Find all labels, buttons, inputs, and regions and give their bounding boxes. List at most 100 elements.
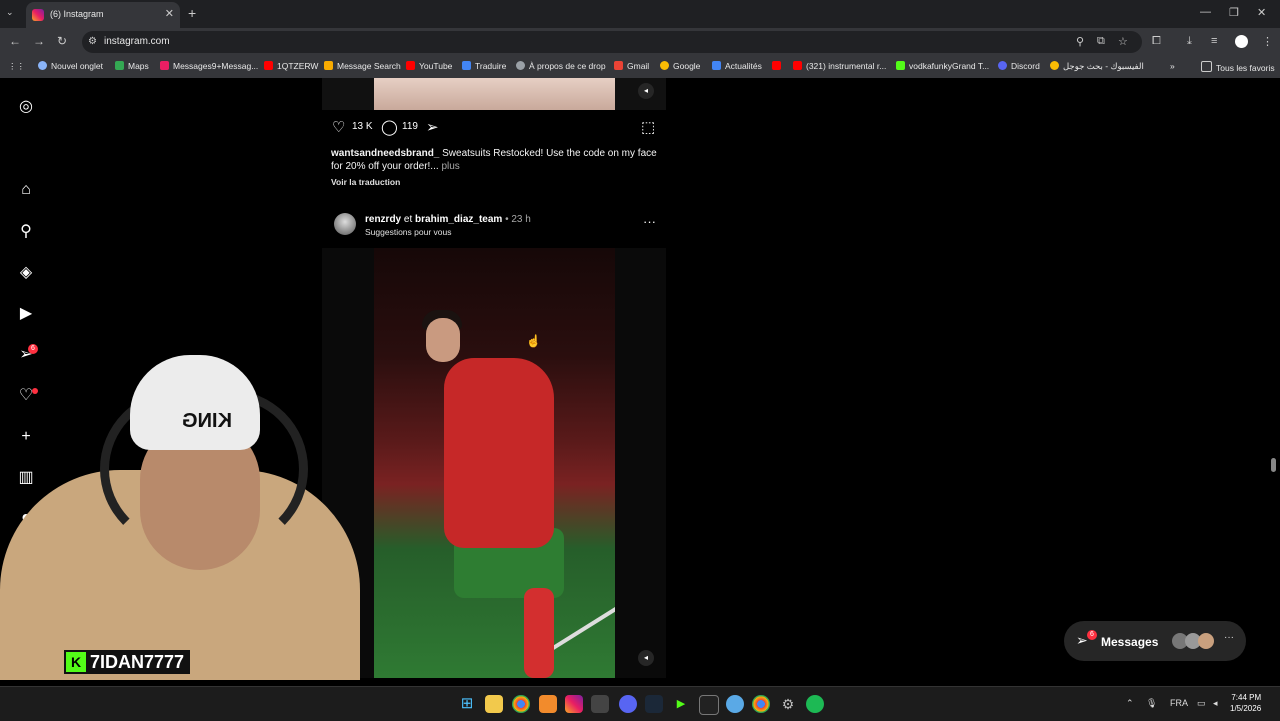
search-icon[interactable]: ⚲: [16, 222, 36, 242]
bookmarks-bar: ⋮⋮ Nouvel onglet Maps Messages9+Messag..…: [0, 56, 1280, 79]
app-icon[interactable]: [591, 695, 609, 713]
streamer-name: 7IDAN7777: [90, 652, 185, 672]
settings-icon[interactable]: ⚙: [779, 695, 797, 713]
close-window-icon[interactable]: ✕: [1257, 6, 1266, 19]
windows-start-icon[interactable]: ⊞: [458, 695, 476, 713]
file-explorer-icon[interactable]: [485, 695, 503, 713]
post-media[interactable]: ◂: [322, 248, 666, 678]
like-icon[interactable]: ♡: [332, 118, 345, 136]
bookmark-item[interactable]: YouTube: [406, 61, 452, 71]
tab-search-icon[interactable]: ⌄: [6, 7, 14, 18]
discord-icon[interactable]: [619, 695, 637, 713]
bookmark-item[interactable]: Discord: [998, 61, 1040, 71]
tab-instagram[interactable]: (6) Instagram ✕: [26, 2, 180, 28]
restore-icon[interactable]: ❐: [1229, 6, 1239, 19]
messages-button[interactable]: ➢ 6 Messages ···: [1064, 621, 1246, 661]
author-renzrdy[interactable]: renzrdy: [365, 214, 401, 225]
app-icon[interactable]: [699, 695, 719, 715]
bookmark-item[interactable]: Traduire: [462, 61, 506, 71]
bookmark-item[interactable]: 1QTZERW: [264, 61, 318, 71]
player-leg: [524, 588, 554, 678]
new-tab-icon[interactable]: +: [188, 5, 196, 21]
bookmark-item[interactable]: Maps: [115, 61, 149, 71]
steam-icon[interactable]: [645, 695, 663, 713]
apps-icon[interactable]: ⋮⋮: [8, 61, 25, 72]
more-bookmarks-icon[interactable]: »: [1170, 61, 1175, 71]
zoom-icon[interactable]: ⚲: [1076, 35, 1084, 48]
caption-more-link[interactable]: plus: [441, 161, 459, 172]
post-time: • 23 h: [505, 214, 531, 225]
minimize-icon[interactable]: —: [1200, 6, 1211, 18]
instagram-icon[interactable]: ◎: [16, 97, 36, 117]
chrome-active-icon[interactable]: [752, 695, 770, 713]
network-icon[interactable]: ▭: [1197, 698, 1206, 709]
bookmark-item[interactable]: Actualités: [712, 61, 762, 71]
clock-date: 1/5/2026: [1230, 704, 1262, 713]
bookmark-item[interactable]: (321) instrumental r...: [793, 61, 886, 71]
volume-icon[interactable]: ◂: [638, 83, 654, 99]
tab-bar: ⌄ (6) Instagram ✕ + — ❐ ✕: [0, 0, 1280, 28]
like-count: 13 K: [352, 121, 373, 132]
download-icon[interactable]: ⤓: [1187, 35, 1192, 48]
messages-badge: 6: [1087, 630, 1097, 640]
menu-icon[interactable]: ⋮: [1262, 35, 1273, 48]
explore-icon[interactable]: ◈: [16, 263, 36, 283]
address-toolbar: ← → ↻ ⚙ instagram.com ⚲ ⧉ ☆ ⧠ ⤓ ≡ ⋮: [0, 28, 1280, 56]
home-icon[interactable]: ⌂: [16, 180, 36, 200]
bookmark-item[interactable]: vodkafunkyGrand T...: [896, 61, 989, 71]
post-actions: ♡ 13 K ◯ 119 ➢ ⬚: [330, 118, 660, 138]
caption-username[interactable]: wantsandneedsbrand_: [331, 148, 439, 159]
all-bookmarks-folder[interactable]: Tous les favoris: [1201, 61, 1275, 73]
volume-icon[interactable]: ◂: [638, 650, 654, 666]
volume-tray-icon[interactable]: ◂: [1213, 698, 1218, 709]
back-icon[interactable]: ←: [9, 34, 21, 48]
post-media-previous[interactable]: ◂: [322, 78, 666, 110]
taskbar: ⊞ ▶ ⚙ ⌃ 🎙 FRA ▭ ◂ 7:44 PM 1/5/2026: [0, 686, 1280, 721]
telegram-icon[interactable]: [726, 695, 744, 713]
bookmark-item[interactable]: Google: [660, 61, 700, 71]
reload-icon[interactable]: ↻: [57, 34, 67, 48]
comment-icon[interactable]: ◯: [381, 118, 398, 136]
and-text: et: [403, 214, 413, 225]
bookmark-item[interactable]: À propos de ce drop: [516, 61, 606, 71]
avatar[interactable]: [334, 213, 356, 235]
bookmark-item[interactable]: [772, 61, 785, 71]
spotify-icon[interactable]: [806, 695, 824, 713]
message-avatars: [1172, 633, 1222, 649]
beanie: KING: [130, 355, 260, 450]
streamer-tag: K 7IDAN7777: [64, 650, 191, 674]
see-translation-link[interactable]: Voir la traduction: [331, 177, 400, 187]
site-info-icon[interactable]: ⚙: [88, 36, 97, 47]
save-icon[interactable]: ⬚: [641, 118, 655, 136]
extensions-icon[interactable]: ⧠: [1152, 35, 1161, 48]
install-app-icon[interactable]: ⧉: [1097, 35, 1105, 48]
share-icon[interactable]: ➢: [426, 118, 439, 136]
player-body: [444, 358, 554, 548]
profile-avatar-icon[interactable]: [1235, 35, 1248, 48]
bookmark-item[interactable]: Nouvel onglet: [38, 61, 103, 71]
app-icon[interactable]: [539, 695, 557, 713]
reels-icon[interactable]: ▶: [16, 304, 36, 324]
bookmark-item[interactable]: Gmail: [614, 61, 649, 71]
instagram-app-icon[interactable]: [565, 695, 583, 713]
bookmark-star-icon[interactable]: ☆: [1118, 35, 1128, 48]
language-indicator[interactable]: FRA: [1170, 698, 1188, 708]
video-frame: [374, 248, 615, 678]
kick-icon[interactable]: ▶: [672, 695, 690, 713]
forward-icon[interactable]: →: [33, 34, 45, 48]
microphone-icon[interactable]: 🎙: [1146, 698, 1157, 709]
scrollbar[interactable]: [1271, 458, 1276, 472]
bookmark-item[interactable]: Messages9+Messag...: [160, 61, 258, 71]
clock[interactable]: 7:44 PM 1/5/2026: [1230, 692, 1261, 714]
close-tab-icon[interactable]: ✕: [165, 7, 174, 20]
bookmark-item[interactable]: Message Search: [324, 61, 401, 71]
more-icon[interactable]: ···: [1224, 632, 1234, 643]
address-bar[interactable]: ⚙ instagram.com ⚲ ⧉ ☆: [82, 31, 1142, 53]
media-control-icon[interactable]: ≡: [1211, 35, 1217, 47]
author-brahim[interactable]: brahim_diaz_team: [415, 214, 502, 225]
bookmark-item[interactable]: الفيسبوك - بحث جوجل: [1050, 61, 1144, 72]
tray-chevron-icon[interactable]: ⌃: [1126, 698, 1134, 709]
chrome-icon[interactable]: [512, 695, 530, 713]
more-options-icon[interactable]: ···: [643, 214, 656, 229]
avatar: [1198, 633, 1214, 649]
